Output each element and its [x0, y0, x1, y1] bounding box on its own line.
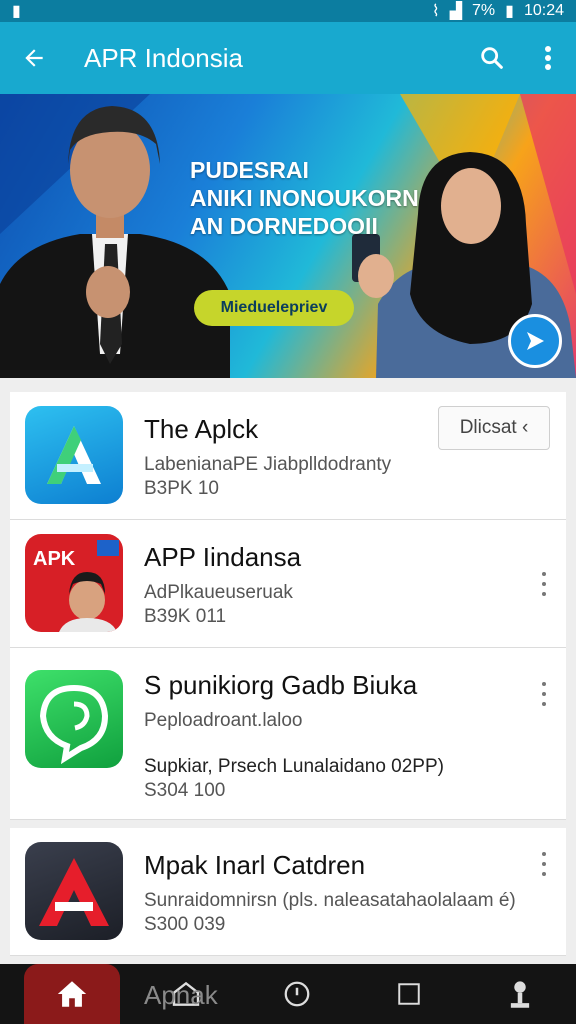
account-icon — [511, 981, 530, 1008]
overflow-menu-button[interactable] — [520, 22, 576, 94]
app-bar: APR Indonsia — [0, 22, 576, 94]
app-name: APP Iindansa — [144, 542, 302, 572]
clock: 10:24 — [523, 2, 564, 19]
app-name: The Aplck — [144, 414, 259, 444]
battery-icon: ▮ — [505, 3, 514, 20]
app-description: Supkiar, Prsech Lunalaidano 02PP) — [144, 756, 444, 777]
app-size: B3PK 10 — [144, 478, 219, 499]
banner-line-3: AN DORNEDOOII — [190, 213, 378, 239]
chat-bubble-icon — [39, 684, 109, 765]
more-options-button[interactable] — [532, 852, 556, 876]
app-name: Mpak Inarl Catdren — [144, 850, 366, 880]
app-size: S300 039 — [144, 914, 226, 935]
app-name: S punikiorg Gadb Biuka — [144, 670, 418, 700]
app-size: S304 100 — [144, 780, 226, 801]
notification-icon: ▮ — [12, 3, 21, 20]
banner-headline: PUDESRAI ANIKI INONOUKORN AN DORNEDOOII — [190, 156, 419, 240]
bottom-navigation: Apnak — [0, 964, 576, 1024]
signal-icon: ▟ — [449, 3, 463, 20]
app-icon — [25, 842, 123, 940]
app-developer: Sunraidomnirsn (pls. naleasatahaolalaam … — [144, 890, 516, 911]
app-icon — [25, 670, 123, 768]
list-item[interactable]: The Aplck LabenianaPE Jiabplldodranty B3… — [10, 392, 566, 520]
install-button[interactable]: Dlicsat ‹ — [438, 406, 550, 450]
home-icon — [57, 981, 87, 1007]
app-list: The Aplck LabenianaPE Jiabplldodranty B3… — [10, 392, 566, 956]
more-vert-icon — [545, 46, 551, 70]
banner-cta-button[interactable]: Mieduelepriev — [194, 290, 354, 326]
arrow-left-icon — [25, 49, 43, 67]
wifi-icon: ⌇ — [431, 3, 440, 20]
app-size: B39K 011 — [144, 606, 227, 627]
nav-overview-button[interactable] — [353, 964, 465, 1024]
app-developer: LabenianaPE Jiabplldodranty — [144, 454, 392, 475]
nav-home-button[interactable] — [24, 964, 120, 1024]
battery-level: 7% — [472, 2, 496, 19]
list-item[interactable]: Mpak Inarl Catdren Sunraidomnirsn (pls. … — [10, 828, 566, 956]
apk-person-icon — [59, 540, 119, 632]
discover-icon — [284, 981, 310, 1007]
search-button[interactable] — [464, 22, 520, 94]
banner-line-1: PUDESRAI — [190, 157, 309, 183]
status-bar: ▮ ⌇ ▟ 7% ▮ 10:24 — [0, 0, 576, 22]
banner-play-button[interactable] — [508, 314, 562, 368]
more-options-button[interactable] — [532, 682, 556, 706]
back-button[interactable] — [0, 22, 68, 94]
app-icon: APK — [25, 534, 123, 632]
banner-line-2: ANIKI INONOUKORN — [190, 185, 419, 211]
partial-app-name: Apnak — [144, 980, 218, 1010]
app-developer: AdPlkaueuseruak — [144, 582, 293, 603]
red-a-logo-icon — [39, 858, 109, 926]
app-developer: Peploadroant.laloo — [144, 710, 303, 731]
nav-discover-button[interactable] — [242, 964, 354, 1024]
page-title: APR Indonsia — [84, 42, 243, 73]
nav-account-button[interactable] — [465, 964, 576, 1024]
square-icon — [398, 983, 420, 1005]
search-icon — [481, 47, 503, 69]
play-icon — [527, 332, 544, 350]
list-item[interactable]: S punikiorg Gadb Biuka Peploadroant.lalo… — [10, 648, 566, 820]
more-options-button[interactable] — [532, 572, 556, 596]
app-icon — [25, 406, 123, 504]
list-item[interactable]: APK APP Iindansa AdPlkaueuseruak B39K 01… — [10, 520, 566, 648]
aplck-logo-icon — [47, 426, 101, 484]
promo-banner[interactable]: PUDESRAI ANIKI INONOUKORN AN DORNEDOOII … — [0, 94, 576, 378]
